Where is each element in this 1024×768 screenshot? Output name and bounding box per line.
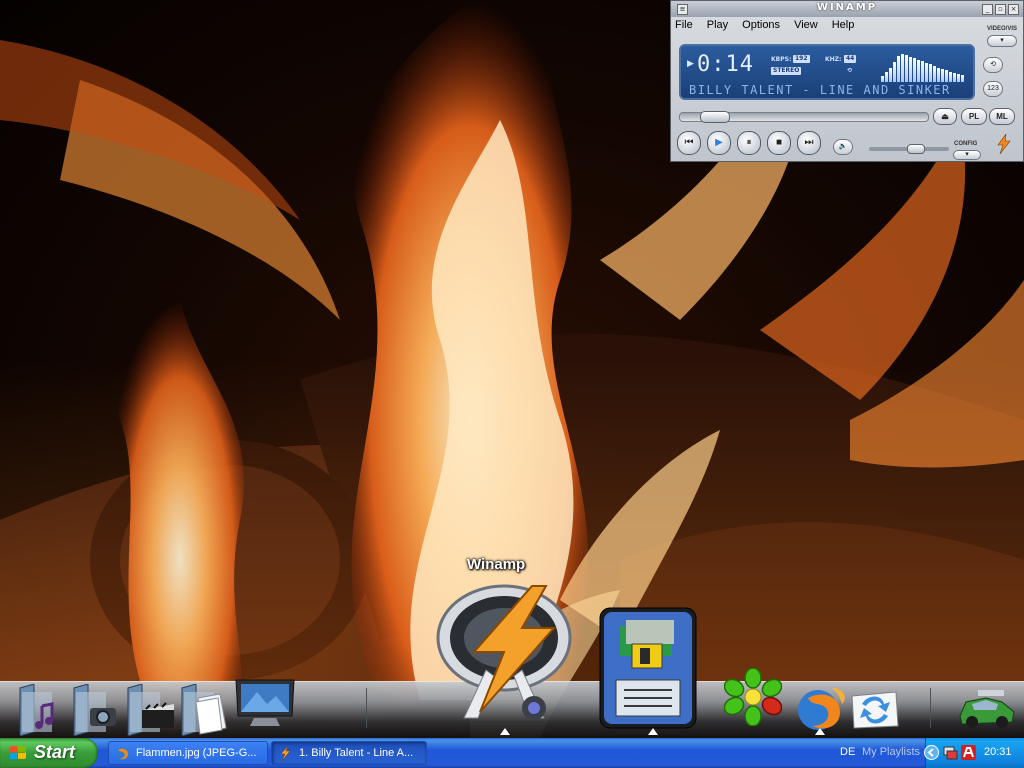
my-playlists-toolbar[interactable]: My Playlists	[862, 746, 920, 758]
seek-bar[interactable]	[679, 111, 929, 123]
close-button[interactable]: ×	[1008, 4, 1019, 15]
seek-handle[interactable]	[699, 111, 730, 123]
video-vis-label: VIDEO/VIS	[986, 26, 1017, 32]
playlist-button[interactable]: PL	[961, 108, 987, 125]
winamp-titlebar[interactable]: ≡ WINAMP _ ▫ ×	[671, 1, 1023, 17]
visualizer-bar	[909, 57, 912, 82]
documents-folder-icon[interactable]	[176, 684, 232, 736]
menu-view[interactable]: View	[794, 19, 818, 33]
visualizer-bar	[885, 72, 888, 82]
kbps-label: KBPS:	[771, 56, 792, 63]
visualizer-bar	[961, 75, 964, 82]
video-vis-toggle[interactable]: ▾	[987, 35, 1017, 47]
clock[interactable]: 20:31	[984, 746, 1012, 758]
visualizer-bar	[881, 76, 884, 82]
song-title-ticker[interactable]: BILLY TALENT - LINE AND SINKER	[689, 83, 951, 97]
running-indicator	[500, 728, 510, 735]
elapsed-time[interactable]: 0:14	[697, 52, 754, 77]
taskbar-item-label: 1. Billy Talent - Line A...	[299, 747, 414, 759]
visualizer-bar	[897, 56, 900, 82]
spectrum-visualizer[interactable]	[881, 52, 965, 82]
visualizer-bar	[929, 64, 932, 82]
volume-handle[interactable]	[907, 144, 926, 154]
pictures-folder-icon[interactable]	[68, 684, 120, 736]
visualizer-bar	[949, 72, 952, 82]
visualizer-bar	[913, 58, 916, 82]
visualizer-bar	[901, 54, 904, 82]
menu-help[interactable]: Help	[832, 19, 855, 33]
windows-logo-icon	[10, 745, 26, 760]
visualizer-bar	[925, 63, 928, 82]
minimize-button[interactable]: _	[982, 4, 993, 15]
videos-folder-icon[interactable]	[122, 684, 178, 736]
shade-button[interactable]: ▫	[995, 4, 1006, 15]
shuffle-button[interactable]: 123	[983, 81, 1003, 97]
dock-separator	[366, 688, 367, 728]
winamp-icon[interactable]	[434, 580, 584, 722]
visualizer-bar	[905, 55, 908, 82]
visualizer-bar	[917, 60, 920, 82]
visualizer-bar	[941, 69, 944, 82]
kbps-value: 192	[793, 55, 810, 63]
taskbar-item-label: Flammen.jpg (JPEG-G...	[136, 747, 257, 759]
dock-hover-label: Winamp	[467, 556, 526, 573]
volume-slider[interactable]	[869, 144, 949, 154]
firefox-icon[interactable]	[792, 682, 848, 732]
media-library-button[interactable]: ML	[989, 108, 1015, 125]
khz-value: 44	[844, 55, 857, 63]
visualizer-bar	[933, 66, 936, 82]
sync-icon[interactable]	[848, 688, 902, 730]
pause-button[interactable]: ⏸	[737, 131, 761, 155]
show-hidden-icons-chevron-icon[interactable]	[924, 745, 939, 760]
winamp-display: ▶ 0:14 KBPS: 192 KHZ: 44 STEREO ⟲ BILLY …	[679, 44, 975, 100]
firefox-icon	[116, 747, 129, 760]
menu-options[interactable]: Options	[742, 19, 780, 33]
stereo-indicator: STEREO	[771, 67, 802, 75]
previous-button[interactable]: ⏮	[677, 131, 701, 155]
racing-car-icon[interactable]	[956, 688, 1016, 730]
my-computer-icon[interactable]	[232, 678, 298, 728]
menu-play[interactable]: Play	[707, 19, 728, 33]
visualizer-bar	[921, 61, 924, 82]
visualizer-bar	[957, 74, 960, 82]
music-folder-icon[interactable]	[14, 684, 60, 736]
winamp-title: WINAMP	[816, 2, 878, 13]
repeat-icon: ⟲	[847, 67, 853, 74]
next-button[interactable]: ⏭	[797, 131, 821, 155]
config-label: CONFIG	[954, 141, 978, 147]
taskbar-item-winamp[interactable]: 1. Billy Talent - Line A...	[271, 741, 427, 765]
stop-button[interactable]: ■	[767, 131, 791, 155]
play-indicator-icon: ▶	[687, 58, 694, 68]
menu-file[interactable]: File	[675, 19, 693, 33]
eject-button[interactable]: ⏏	[933, 108, 957, 125]
antivirus-icon[interactable]	[961, 745, 976, 760]
start-button[interactable]: Start	[0, 738, 98, 768]
save-floppy-icon[interactable]	[598, 606, 698, 730]
play-button[interactable]: ▶	[707, 131, 731, 155]
repeat-button[interactable]: ⟲	[983, 57, 1003, 73]
network-icon[interactable]	[943, 745, 958, 760]
visualizer-bar	[937, 68, 940, 82]
visualizer-bar	[945, 70, 948, 82]
taskbar: Start Flammen.jpg (JPEG-G... 1. Billy Ta…	[0, 738, 1024, 768]
system-tray: 20:31	[924, 738, 1024, 768]
khz-label: KHZ:	[825, 56, 842, 63]
running-indicator	[815, 728, 825, 735]
visualizer-bar	[893, 62, 896, 82]
winamp-logo-icon[interactable]	[995, 134, 1013, 154]
start-label: Start	[34, 742, 76, 762]
winamp-window[interactable]: ≡ WINAMP _ ▫ × File Play Options View He…	[670, 0, 1024, 162]
taskbar-item-firefox[interactable]: Flammen.jpg (JPEG-G...	[108, 741, 268, 765]
volume-speaker-icon[interactable]: 🔈	[833, 139, 853, 155]
winamp-icon	[280, 746, 291, 761]
icq-icon[interactable]	[724, 668, 782, 726]
visualizer-bar	[953, 73, 956, 82]
visualizer-bar	[889, 68, 892, 82]
winamp-menubar: File Play Options View Help	[675, 19, 854, 33]
running-indicator	[648, 728, 658, 735]
dock-separator	[930, 688, 931, 728]
language-indicator[interactable]: DE	[840, 746, 855, 758]
config-toggle[interactable]: ▾	[953, 150, 981, 160]
